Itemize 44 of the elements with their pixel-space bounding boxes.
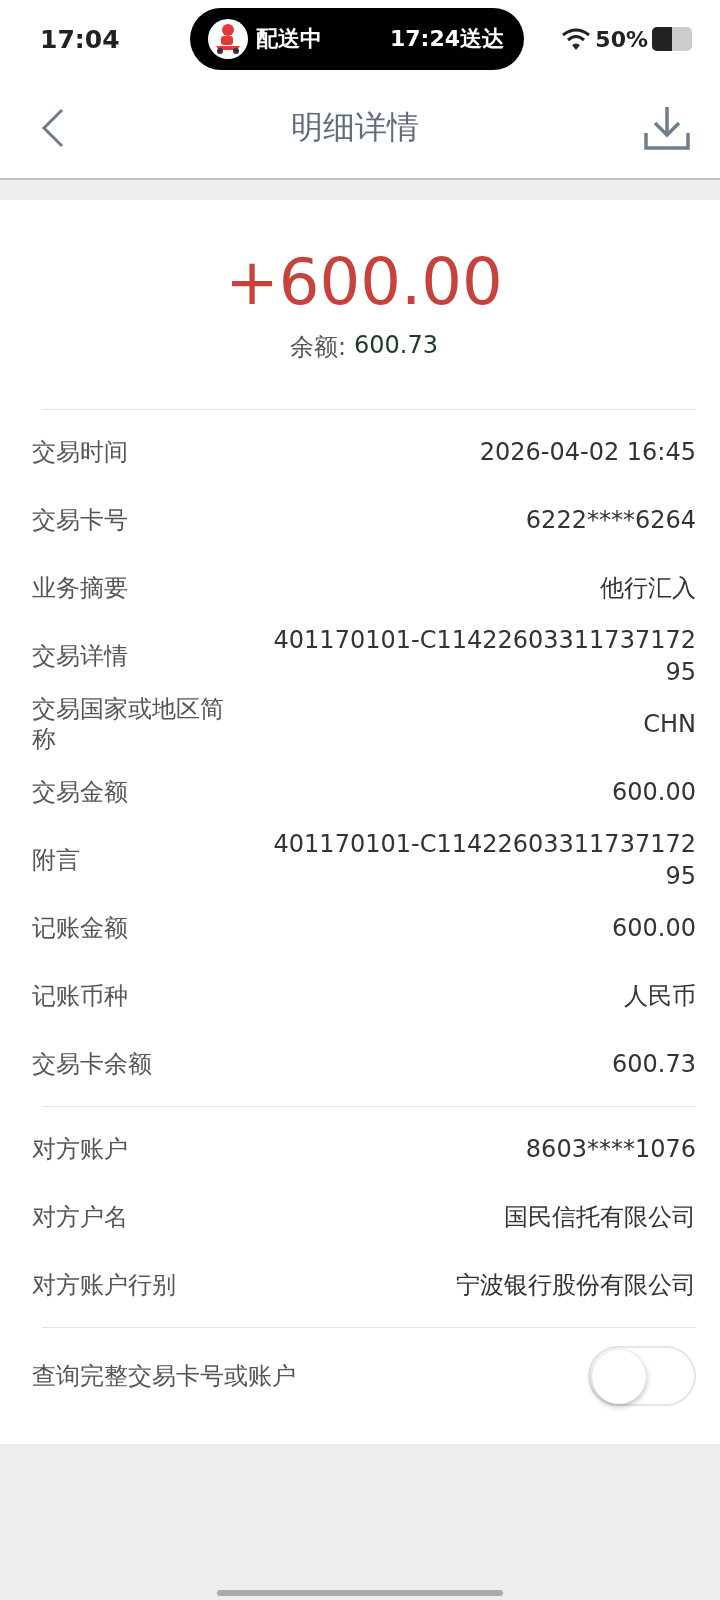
delivery-eta: 17:24送达 — [389, 25, 504, 53]
field-value: 8603****1076 — [525, 1133, 696, 1165]
field-value: 宁波银行股份有限公司 — [456, 1269, 696, 1301]
toggle-switch[interactable] — [588, 1345, 696, 1406]
toggle-label: 查询完整交易卡号或账户 — [32, 1360, 296, 1392]
field-value: 401170101-C11422603311737172 95 — [273, 828, 696, 892]
battery-icon — [652, 27, 694, 51]
field-label: 记账币种 — [32, 980, 129, 1011]
field-label: 交易卡余额 — [32, 1048, 153, 1079]
field-label: 交易详情 — [32, 640, 129, 671]
field-value: 600.73 — [612, 1048, 696, 1080]
field-label: 对方账户行别 — [32, 1269, 177, 1300]
field-value: 国民信托有限公司 — [504, 1201, 696, 1233]
field-label: 对方账户 — [32, 1133, 129, 1164]
balance-label: 余额: — [289, 331, 347, 363]
field-label: 交易时间 — [32, 436, 129, 467]
wifi-icon — [561, 27, 592, 51]
field-label: 交易卡号 — [32, 504, 129, 535]
download-button[interactable] — [644, 105, 690, 151]
status-time: 17:04 — [40, 24, 121, 54]
field-label: 记账金额 — [32, 912, 129, 943]
field-value: 人民币 — [624, 980, 696, 1012]
delivery-activity-pill[interactable]: 配送中 17:24送达 — [190, 8, 524, 70]
balance-value: 600.73 — [354, 330, 439, 361]
field-value: 600.00 — [612, 776, 696, 808]
field-label: 业务摘要 — [32, 572, 129, 603]
field-value: 他行汇入 — [600, 572, 696, 604]
field-value: CHN — [643, 708, 696, 740]
back-icon — [40, 108, 66, 148]
back-button[interactable] — [40, 108, 66, 148]
transaction-amount: +600.00 — [225, 244, 503, 321]
field-value: 6222****6264 — [525, 504, 696, 536]
field-label: 交易国家或地区简称 — [32, 693, 225, 754]
battery-percent: 50% — [595, 26, 648, 52]
field-label: 交易金额 — [32, 776, 129, 807]
page-title: 明细详情 — [291, 107, 419, 148]
field-value: 401170101-C11422603311737172 95 — [273, 624, 696, 688]
field-label: 附言 — [32, 844, 81, 875]
delivery-status: 配送中 — [256, 25, 323, 53]
field-label: 对方户名 — [32, 1201, 129, 1232]
field-value: 600.00 — [612, 912, 696, 944]
download-icon — [644, 105, 690, 151]
scooter-rider-icon — [208, 19, 248, 59]
field-value: 2026-04-02 16:45 — [479, 436, 696, 468]
